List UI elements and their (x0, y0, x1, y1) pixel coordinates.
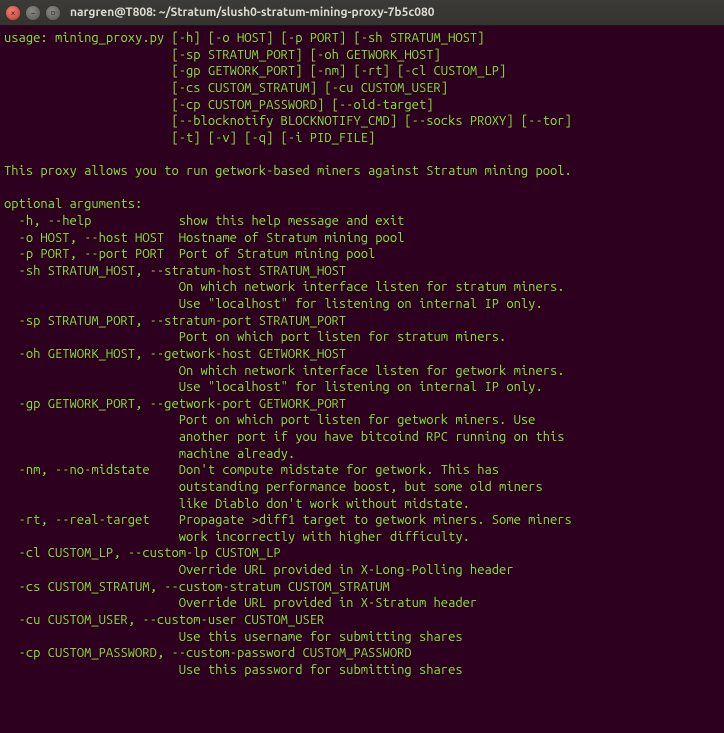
maximize-icon[interactable]: ▫ (46, 6, 60, 20)
window-title: nargren@T808: ~/Stratum/slush0-stratum-m… (70, 6, 435, 19)
terminal-output[interactable]: usage: mining_proxy.py [-h] [-o HOST] [-… (0, 26, 724, 682)
window-buttons: × – ▫ (6, 6, 60, 20)
titlebar[interactable]: × – ▫ nargren@T808: ~/Stratum/slush0-str… (0, 0, 724, 26)
minimize-icon[interactable]: – (26, 6, 40, 20)
close-icon[interactable]: × (6, 6, 20, 20)
